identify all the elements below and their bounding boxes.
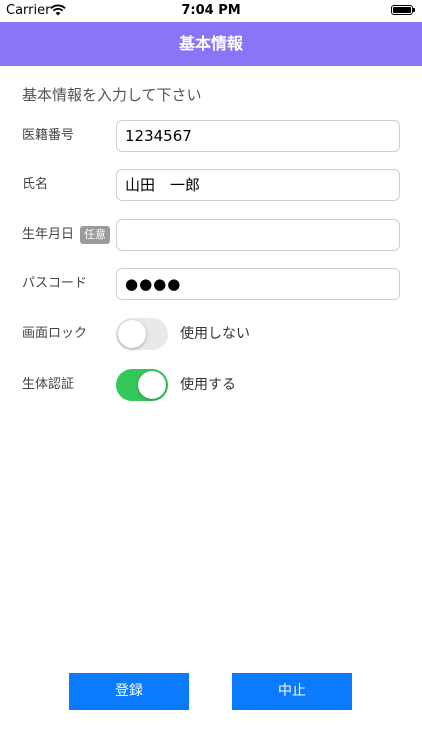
cancel-button[interactable]: 中止 — [232, 673, 352, 710]
name-row: 氏名 山田 一郎 — [0, 169, 422, 201]
screen-lock-toggle[interactable] — [116, 318, 168, 350]
record-number-label: 医籍番号 — [22, 128, 75, 143]
name-field[interactable]: 山田 一郎 — [116, 169, 400, 201]
page-title: 基本情報 — [178, 34, 243, 53]
birthdate-label: 生年月日 — [22, 227, 75, 242]
battery-icon — [391, 5, 415, 15]
passcode-row: パスコード ●●●● — [0, 268, 422, 300]
screen-lock-label: 画面ロック — [22, 326, 88, 341]
toggle-knob — [118, 320, 146, 348]
birthdate-field[interactable] — [116, 219, 400, 251]
biometric-toggle[interactable] — [116, 369, 168, 401]
screen-lock-row: 画面ロック 使用しない — [0, 318, 422, 350]
toggle-knob — [138, 371, 166, 399]
birthdate-row: 生年月日 任意 — [0, 219, 422, 251]
screen-lock-state-label: 使用しない — [180, 326, 250, 342]
register-button[interactable]: 登録 — [69, 673, 189, 710]
status-time: 7:04 PM — [181, 3, 241, 18]
biometric-row: 生体認証 使用する — [0, 369, 422, 401]
biometric-label: 生体認証 — [22, 377, 75, 392]
record-number-row: 医籍番号 1234567 — [0, 120, 422, 152]
record-number-field[interactable]: 1234567 — [116, 120, 400, 152]
passcode-label: パスコード — [22, 276, 88, 291]
passcode-field[interactable]: ●●●● — [116, 268, 400, 300]
status-bar: Carrier 7:04 PM — [0, 0, 422, 22]
section-header: 基本情報を入力して下さい — [22, 86, 202, 104]
navigation-bar: 基本情報 — [0, 22, 422, 66]
name-label: 氏名 — [22, 177, 49, 192]
optional-badge: 任意 — [80, 226, 110, 244]
biometric-state-label: 使用する — [180, 377, 236, 393]
